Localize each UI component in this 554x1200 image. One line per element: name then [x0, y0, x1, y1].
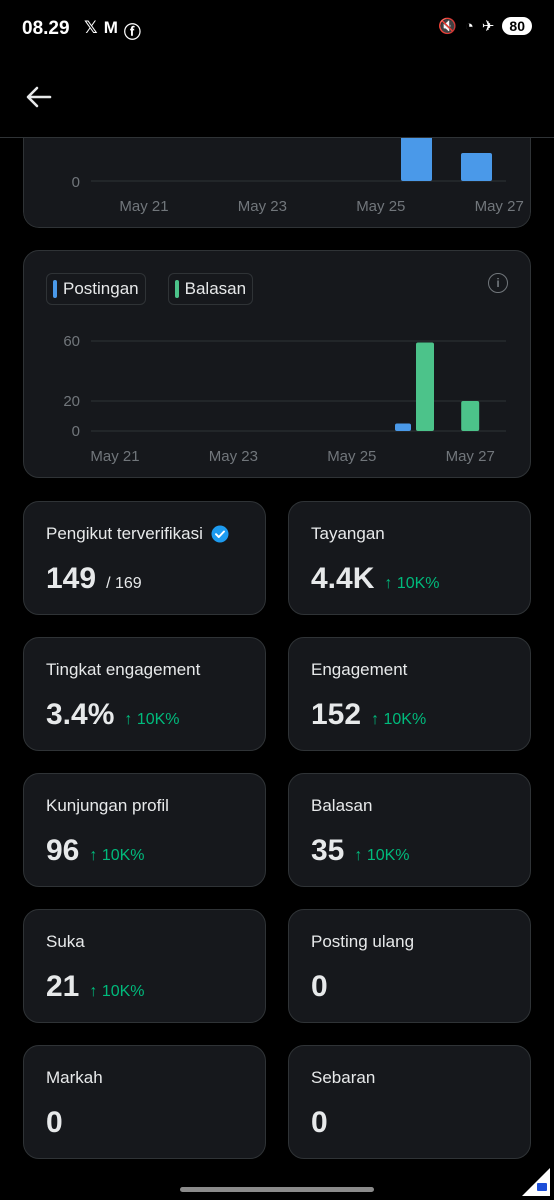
info-icon[interactable]: i	[488, 273, 508, 293]
stat-label: Tingkat engagement	[46, 660, 200, 680]
stat-label: Markah	[46, 1068, 103, 1088]
facebook-icon: ⓕ	[123, 23, 141, 42]
stat-value: 4.4K	[311, 562, 375, 595]
stat-value: 35	[311, 834, 345, 867]
stat-label-text: Balasan	[311, 796, 373, 815]
stat-value: 21	[46, 970, 80, 1003]
stat-label-text: Engagement	[311, 660, 408, 679]
battery-indicator: 80	[502, 17, 532, 35]
airplane-icon: ✈	[481, 18, 495, 35]
stat-value-row: 152 ↑ 10K%	[311, 698, 426, 732]
stat-value: 149	[46, 562, 97, 595]
stat-label: Tayangan	[311, 524, 385, 544]
status-time: 08.29	[22, 18, 70, 39]
stat-value-row: 0	[311, 1106, 328, 1140]
status-right: 🔇 ◔ ✈ 80	[438, 17, 532, 35]
x-tick-label: May 21	[90, 448, 139, 465]
wifi-icon: ◔	[464, 17, 474, 35]
stat-card[interactable]: Suka 21 ↑ 10K%	[23, 909, 266, 1023]
stat-value: 3.4%	[46, 698, 115, 731]
stat-value-row: 21 ↑ 10K%	[46, 970, 145, 1004]
stat-change: ↑ 10K%	[124, 711, 180, 728]
y-tick-label: 0	[72, 423, 80, 440]
stat-value: 0	[311, 970, 328, 1003]
stat-card[interactable]: Sebaran 0	[288, 1045, 531, 1159]
stat-value-row: 0	[46, 1106, 63, 1140]
stat-change: ↑ 10K%	[384, 575, 440, 592]
x-icon: 𝕏	[84, 18, 98, 37]
stat-card[interactable]: Balasan 35 ↑ 10K%	[288, 773, 531, 887]
back-arrow-icon[interactable]	[22, 80, 56, 114]
stat-change: ↑ 10K%	[371, 711, 427, 728]
legend-swatch-balasan	[174, 280, 179, 298]
stat-card[interactable]: Markah 0	[23, 1045, 266, 1159]
stat-label-text: Markah	[46, 1068, 103, 1087]
x-tick-label: May 27	[446, 448, 495, 465]
chart-card-posts-replies: Postingan Balasan i 60 20 0 May 21 May 23 May…	[23, 250, 531, 478]
chart-legend: Postingan Balasan	[46, 273, 254, 305]
stat-total: / 169	[106, 575, 142, 592]
bar-mark	[416, 342, 434, 431]
bar-mark	[461, 153, 492, 181]
notification-icons: 𝕏 M ⓕ	[84, 18, 141, 43]
stat-value-row: 3.4% ↑ 10K%	[46, 698, 180, 732]
stat-value: 0	[46, 1106, 63, 1139]
x-tick-label: May 25	[356, 198, 405, 215]
stat-label: Pengikut terverifikasi	[46, 524, 229, 544]
stat-label-text: Tingkat engagement	[46, 660, 201, 679]
stat-value: 152	[311, 698, 362, 731]
stat-label-text: Suka	[46, 932, 85, 951]
stat-label: Posting ulang	[311, 932, 414, 952]
bar-mark	[461, 401, 480, 431]
status-bar: 08.29 𝕏 M ⓕ 🔇 ◔ ✈ 80	[0, 0, 554, 60]
mute-icon: 🔇	[438, 18, 457, 35]
legend-postingan[interactable]: Postingan	[46, 273, 146, 305]
verified-badge-icon	[211, 525, 229, 543]
x-tick-label: May 21	[119, 198, 168, 215]
stat-change: ↑ 10K%	[89, 983, 145, 1000]
stat-value-row: 4.4K ↑ 10K%	[311, 562, 440, 596]
stat-label-text: Posting ulang	[311, 932, 415, 951]
legend-balasan[interactable]: Balasan	[167, 273, 254, 305]
stat-label-text: Kunjungan profil	[46, 796, 169, 815]
y-tick-label: 0	[72, 174, 80, 191]
y-tick-label: 60	[63, 333, 80, 350]
stat-label: Suka	[46, 932, 85, 952]
stat-value-row: 96 ↑ 10K%	[46, 834, 145, 868]
stat-card[interactable]: Tingkat engagement 3.4% ↑ 10K%	[23, 637, 266, 751]
top-app-bar	[0, 60, 554, 138]
x-tick-label: May 23	[209, 448, 258, 465]
stat-card[interactable]: Pengikut terverifikasi 149 / 169	[23, 501, 266, 615]
stat-value-row: 149 / 169	[46, 562, 142, 596]
x-tick-label: May 23	[238, 198, 287, 215]
bar-mark	[401, 138, 432, 181]
stat-card[interactable]: Tayangan 4.4K ↑ 10K%	[288, 501, 531, 615]
home-indicator	[180, 1187, 374, 1192]
x-tick-label: May 27	[475, 198, 524, 215]
legend-label-postingan: Postingan	[63, 279, 139, 298]
gmail-icon: M	[103, 18, 118, 37]
stat-card[interactable]: Engagement 152 ↑ 10K%	[288, 637, 531, 751]
stat-value-row: 35 ↑ 10K%	[311, 834, 410, 868]
stat-value-row: 0	[311, 970, 328, 1004]
stat-label: Kunjungan profil	[46, 796, 169, 816]
legend-swatch-postingan	[53, 280, 57, 298]
stat-change: ↑ 10K%	[354, 847, 410, 864]
bar-mark	[395, 423, 411, 431]
stat-card[interactable]: Kunjungan profil 96 ↑ 10K%	[23, 773, 266, 887]
stat-label: Sebaran	[311, 1068, 375, 1088]
stat-label-text: Pengikut terverifikasi	[46, 524, 203, 543]
stat-label-text: Tayangan	[311, 524, 385, 543]
stat-label: Balasan	[311, 796, 372, 816]
stat-label: Engagement	[311, 660, 407, 680]
screenshot-corner-icon	[522, 1168, 550, 1196]
stat-label-text: Sebaran	[311, 1068, 376, 1087]
stat-value: 0	[311, 1106, 328, 1139]
stat-card[interactable]: Posting ulang 0	[288, 909, 531, 1023]
x-tick-label: May 25	[327, 448, 376, 465]
y-tick-label: 20	[63, 393, 80, 410]
stat-change: ↑ 10K%	[89, 847, 145, 864]
legend-label-balasan: Balasan	[184, 279, 247, 298]
stat-value: 96	[46, 834, 80, 867]
